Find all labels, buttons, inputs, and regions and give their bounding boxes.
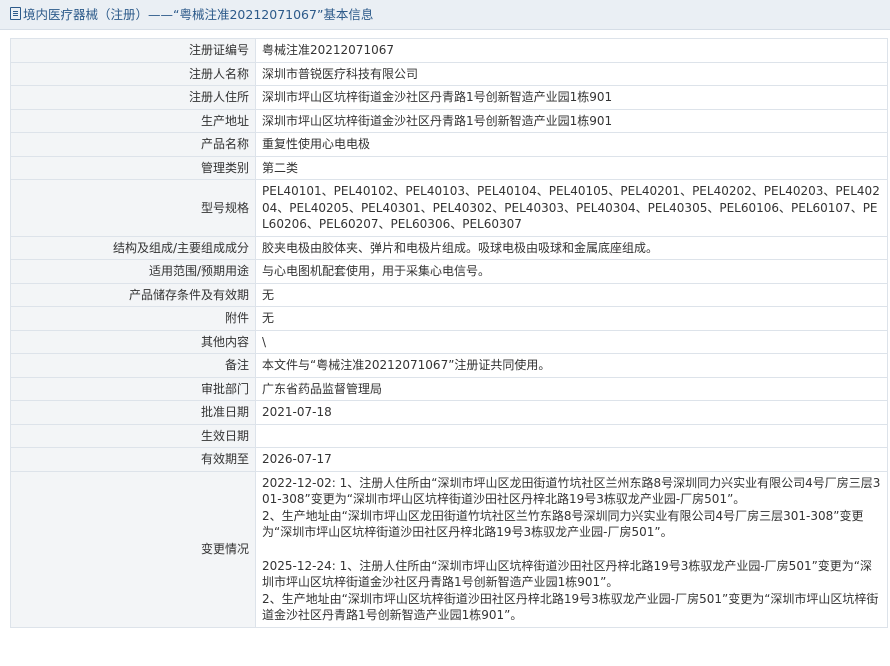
intended-use-value: 与心电图机配套使用，用于采集心电信号。 [255, 259, 888, 284]
accessories-value: 无 [255, 306, 888, 331]
approval-date-label: 批准日期 [10, 400, 256, 425]
table-row: 注册证编号 粤械注准20212071067 [10, 38, 888, 63]
reg-no-value: 粤械注准20212071067 [255, 38, 888, 63]
product-name-label: 产品名称 [10, 132, 256, 157]
approval-dept-label: 审批部门 [10, 376, 256, 401]
production-address-value: 深圳市坪山区坑梓街道金沙社区丹青路1号创新智造产业园1栋901 [255, 108, 888, 133]
table-row: 批准日期 2021-07-18 [10, 400, 888, 425]
table-row: 生效日期 [10, 423, 888, 448]
table-row: 生产地址 深圳市坪山区坑梓街道金沙社区丹青路1号创新智造产业园1栋901 [10, 108, 888, 133]
intended-use-label: 适用范围/预期用途 [10, 259, 256, 284]
registrant-name-value: 深圳市普锐医疗科技有限公司 [255, 61, 888, 86]
effective-date-label: 生效日期 [10, 423, 256, 448]
management-class-label: 管理类别 [10, 155, 256, 180]
remarks-label: 备注 [10, 353, 256, 378]
detail-panel: 注册证编号 粤械注准20212071067 注册人名称 深圳市普锐医疗科技有限公司 注册… [0, 30, 890, 628]
approval-date-value: 2021-07-18 [255, 400, 888, 425]
composition-value: 胶夹电极由胶体夹、弹片和电极片组成。吸球电极由吸球和金属底座组成。 [255, 235, 888, 260]
model-spec-value: PEL40101、PEL40102、PEL40103、PEL40104、PEL4… [255, 179, 888, 237]
registrant-address-label: 注册人住所 [10, 85, 256, 110]
table-row: 审批部门 广东省药品监督管理局 [10, 376, 888, 401]
change-entry: 2、生产地址由“深圳市坪山区坑梓街道沙田社区丹梓北路19号3栋驭龙产业园-厂房5… [262, 591, 879, 623]
storage-value: 无 [255, 282, 888, 307]
table-row: 管理类别 第二类 [10, 155, 888, 180]
table-row: 结构及组成/主要组成成分 胶夹电极由胶体夹、弹片和电极片组成。吸球电极由吸球和金属… [10, 235, 888, 260]
change-entry: 2022-12-02: 1、注册人住所由“深圳市坪山区龙田街道竹坑社区兰州东路8… [262, 475, 881, 507]
product-name-value: 重复性使用心电电极 [255, 132, 888, 157]
expiry-date-label: 有效期至 [10, 447, 256, 472]
table-row: 产品储存条件及有效期无 [10, 282, 888, 307]
change-spacer [262, 541, 881, 558]
table-row: 适用范围/预期用途 与心电图机配套使用，用于采集心电信号。 [10, 259, 888, 284]
production-address-label: 生产地址 [10, 108, 256, 133]
change-entry: 2025-12-24: 1、注册人住所由“深圳市坪山区坑梓街道沙田社区丹梓北路1… [262, 558, 873, 590]
accessories-label: 附件 [10, 306, 256, 331]
other-content-value: \ [255, 329, 888, 354]
page-header: 境内医疗器械（注册）——“粤械注准20212071067”基本信息 [0, 0, 890, 30]
table-row: 备注 本文件与“粤械注准20212071067”注册证共同使用。 [10, 353, 888, 378]
expiry-date-value: 2026-07-17 [255, 447, 888, 472]
management-class-value: 第二类 [255, 155, 888, 180]
change-history-label: 变更情况 [10, 470, 256, 628]
table-row: 其他内容 \ [10, 329, 888, 354]
table-row: 变更情况 2022-12-02: 1、注册人住所由“深圳市坪山区龙田街道竹坑社区兰… [10, 470, 888, 628]
table-row: 附件无 [10, 306, 888, 331]
effective-date-value [255, 423, 888, 448]
table-row: 型号规格 PEL40101、PEL40102、PEL40103、PEL40104、… [10, 179, 888, 237]
other-content-label: 其他内容 [10, 329, 256, 354]
detail-table-body: 注册证编号 粤械注准20212071067 注册人名称 深圳市普锐医疗科技有限公司 注册… [10, 38, 888, 628]
reg-no-label: 注册证编号 [10, 38, 256, 63]
registrant-address-value: 深圳市坪山区坑梓街道金沙社区丹青路1号创新智造产业园1栋901 [255, 85, 888, 110]
model-spec-label: 型号规格 [10, 179, 256, 237]
table-row: 注册人住所 深圳市坪山区坑梓街道金沙社区丹青路1号创新智造产业园1栋901 [10, 85, 888, 110]
change-entry: 2、生产地址由“深圳市坪山区龙田街道竹坑社区兰竹东路8号深圳同力兴实业有限公司4… [262, 508, 864, 540]
table-row: 产品名称 重复性使用心电电极 [10, 132, 888, 157]
table-row: 注册人名称 深圳市普锐医疗科技有限公司 [10, 61, 888, 86]
composition-label: 结构及组成/主要组成成分 [10, 235, 256, 260]
remarks-value: 本文件与“粤械注准20212071067”注册证共同使用。 [255, 353, 888, 378]
table-row: 有效期至 2026-07-17 [10, 447, 888, 472]
registrant-name-label: 注册人名称 [10, 61, 256, 86]
page-title: 境内医疗器械（注册）——“粤械注准20212071067”基本信息 [23, 7, 374, 22]
storage-label: 产品储存条件及有效期 [10, 282, 256, 307]
document-icon [10, 7, 21, 20]
change-history-value: 2022-12-02: 1、注册人住所由“深圳市坪山区龙田街道竹坑社区兰州东路8… [255, 470, 888, 628]
approval-dept-value: 广东省药品监督管理局 [255, 376, 888, 401]
detail-table: 注册证编号 粤械注准20212071067 注册人名称 深圳市普锐医疗科技有限公司 注册… [10, 38, 888, 628]
